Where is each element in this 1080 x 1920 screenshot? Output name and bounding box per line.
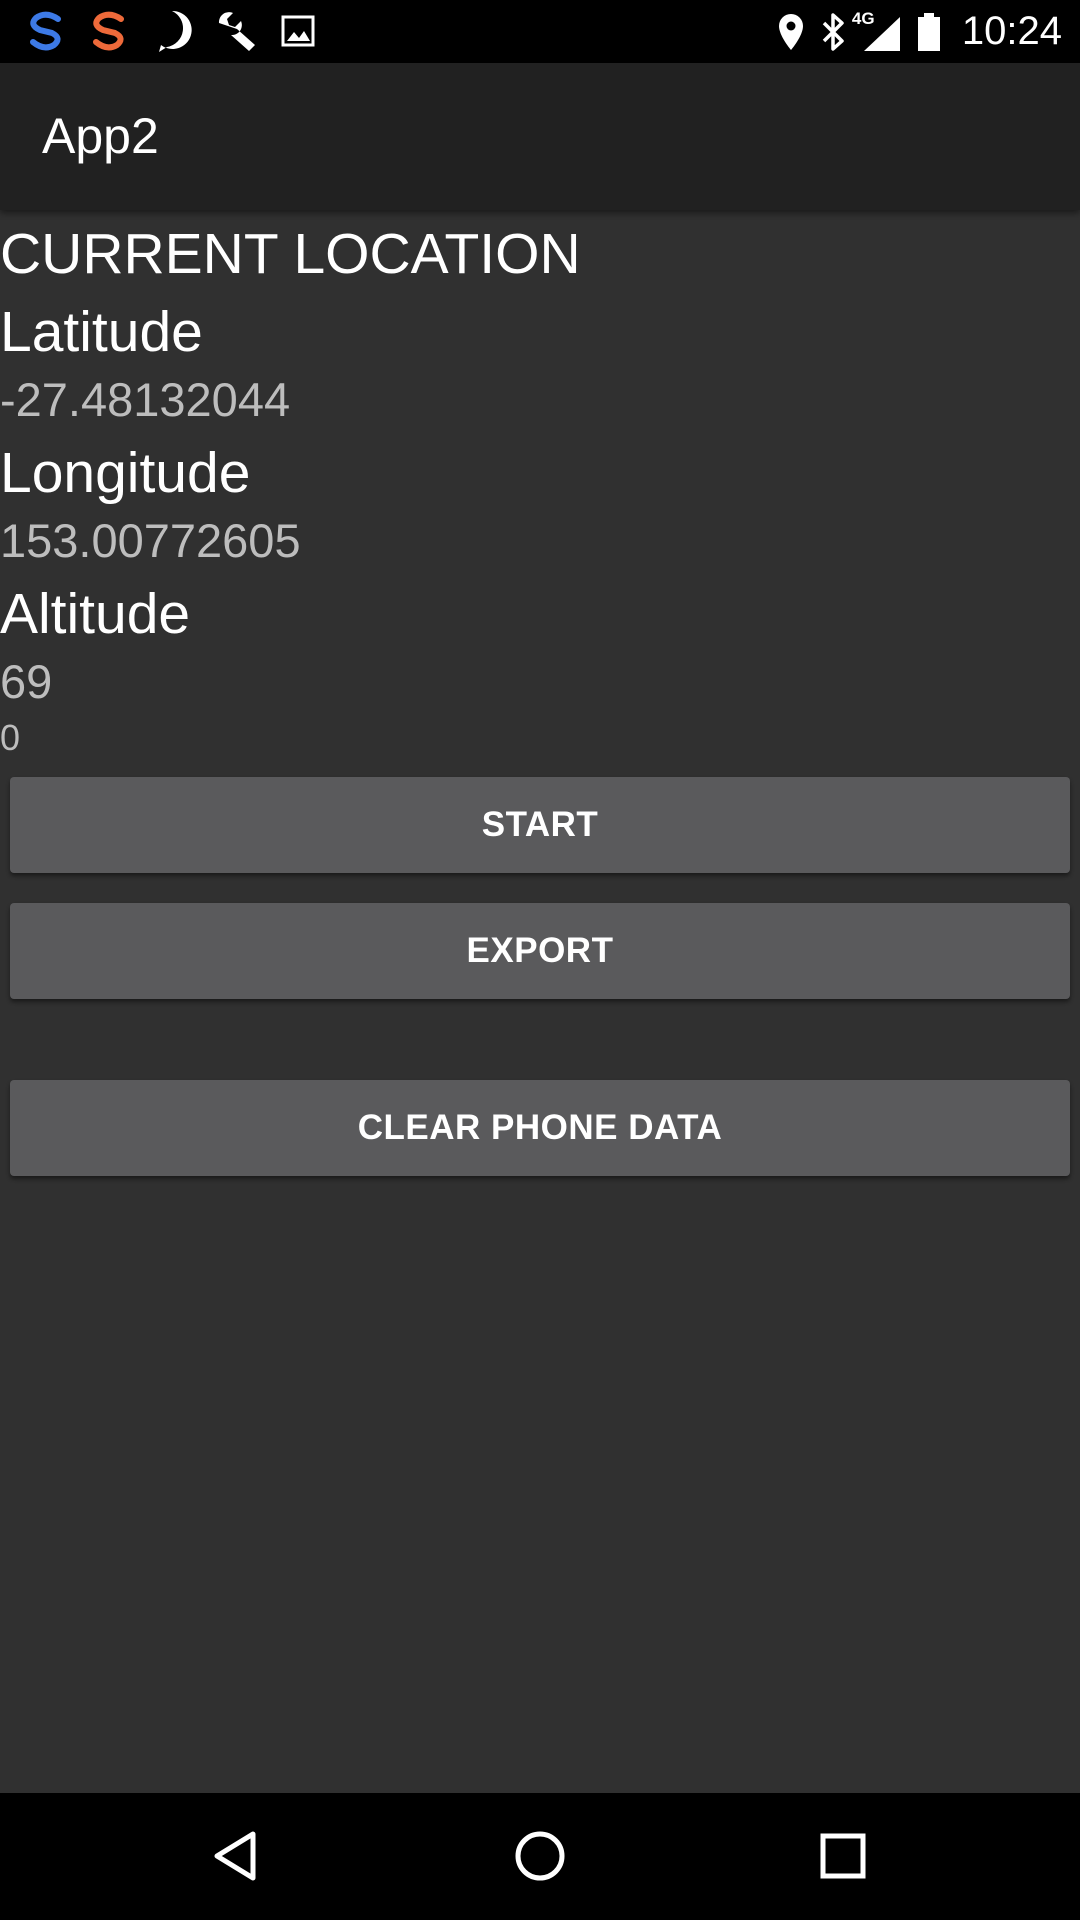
counter-value: 0 <box>0 717 21 758</box>
latitude-value: -27.48132044 <box>0 373 291 426</box>
signal-4g-icon: 4G <box>852 7 902 57</box>
back-icon[interactable] <box>200 1821 270 1891</box>
home-icon[interactable] <box>505 1821 575 1891</box>
longitude-value: 153.00772605 <box>0 514 301 567</box>
current-location-heading: CURRENT LOCATION <box>0 222 581 286</box>
status-clock: 10:24 <box>961 9 1062 53</box>
s-app-orange-icon <box>85 6 133 56</box>
app-bar: App2 <box>0 63 1080 210</box>
bluetooth-icon <box>820 7 846 57</box>
app-title: App2 <box>42 108 159 164</box>
keyhole-notification-icon <box>148 6 196 56</box>
start-button[interactable]: START <box>10 777 1070 873</box>
longitude-label: Longitude <box>0 441 251 505</box>
location-pin-icon <box>776 7 806 57</box>
s-app-blue-icon <box>22 6 70 56</box>
image-icon <box>274 6 322 56</box>
status-bar: 4G 10:24 <box>0 0 1080 63</box>
notification-icons <box>22 6 337 56</box>
altitude-label: Altitude <box>0 582 191 646</box>
wrench-icon <box>211 6 259 56</box>
altitude-value: 69 <box>0 655 53 708</box>
recents-icon[interactable] <box>808 1821 878 1891</box>
battery-icon <box>916 7 942 57</box>
network-type-label: 4G <box>851 8 875 28</box>
latitude-label: Latitude <box>0 300 203 364</box>
clear-phone-data-button[interactable]: CLEAR PHONE DATA <box>10 1080 1070 1176</box>
system-status-icons: 4G 10:24 <box>776 0 1062 63</box>
navigation-bar <box>0 1793 1080 1920</box>
export-button[interactable]: EXPORT <box>10 903 1070 999</box>
